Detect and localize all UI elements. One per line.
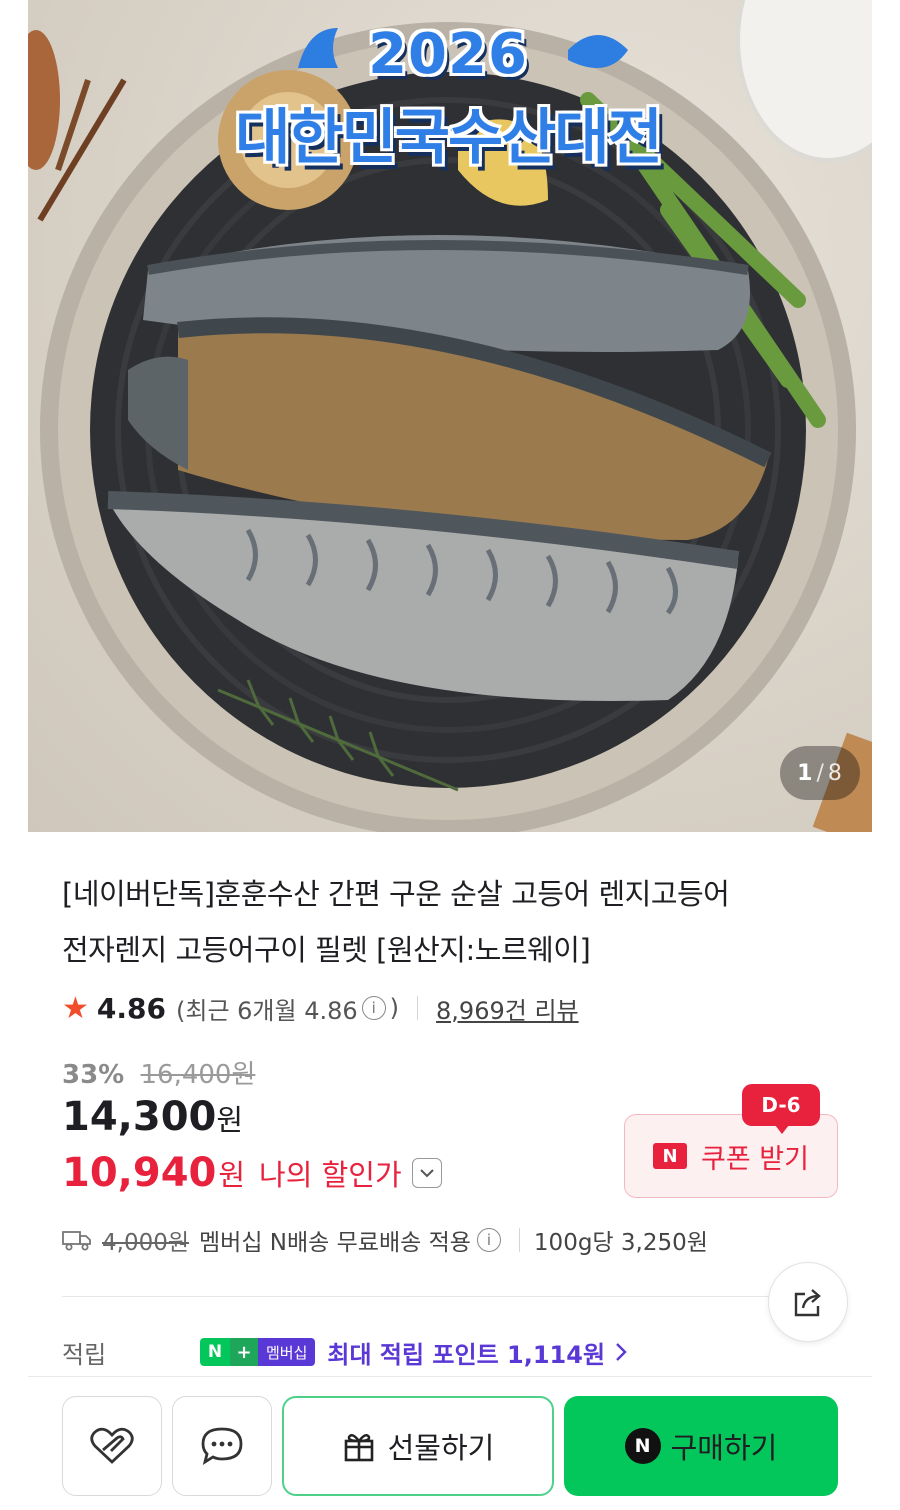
talk-button[interactable] bbox=[172, 1396, 272, 1496]
coupon-label: 쿠폰 받기 bbox=[701, 1143, 809, 1175]
wooden-spoon bbox=[28, 30, 60, 170]
product-title: [네이버단독]훈훈수산 간편 구운 순살 고등어 렌지고등어 전자렌지 고등어구… bbox=[62, 866, 842, 978]
gift-button[interactable]: 선물하기 bbox=[282, 1396, 554, 1496]
shipping-note: 멤버십 N배송 무료배송 적용 bbox=[199, 1230, 471, 1256]
recent-rating: (최근 6개월 4.86 bbox=[176, 996, 358, 1025]
my-discount-price[interactable]: 10,940 원 나의 할인가 bbox=[62, 1150, 442, 1196]
points-row[interactable]: 적립 N + 멤버십 최대 적립 포인트 1,114원 bbox=[62, 1332, 842, 1372]
chevron-down-icon[interactable] bbox=[411, 1158, 442, 1188]
heart-icon bbox=[90, 1427, 134, 1464]
share-button[interactable] bbox=[768, 1262, 848, 1342]
chevron-right-icon bbox=[616, 1343, 627, 1361]
points-label: 적립 bbox=[62, 1340, 107, 1369]
gift-icon bbox=[344, 1434, 373, 1462]
truck-icon bbox=[62, 1231, 91, 1251]
bottom-bar-divider bbox=[28, 1376, 872, 1377]
my-price-value: 10,940 bbox=[62, 1150, 217, 1196]
event-year: 2026 bbox=[368, 22, 528, 87]
shipping-row: 4,000원 멤버십 N배송 무료배송 적용 i 100g당 3,250원 bbox=[62, 1220, 708, 1260]
gift-label: 선물하기 bbox=[387, 1431, 495, 1465]
product-title-line2: 전자렌지 고등어구이 필렛 [원산지:노르웨이] bbox=[62, 933, 591, 967]
naver-n-icon: N bbox=[653, 1143, 688, 1169]
dday-badge: D-6 bbox=[742, 1084, 820, 1134]
coupon-button[interactable]: N 쿠폰 받기 bbox=[624, 1114, 838, 1198]
discount-rate: 33% bbox=[62, 1060, 125, 1090]
image-counter-current: 1 bbox=[797, 760, 814, 786]
event-name: 대한민국수산대전 bbox=[235, 103, 663, 173]
buy-label: 구매하기 bbox=[670, 1431, 778, 1465]
divider bbox=[417, 996, 419, 1020]
product-image[interactable]: 2026 대한민국수산대전 1 / 8 bbox=[28, 0, 872, 832]
star-icon: ★ bbox=[62, 990, 89, 1026]
bowl bbox=[736, 0, 872, 162]
membership-badge: N + 멤버십 bbox=[200, 1338, 316, 1366]
buy-button[interactable]: N 구매하기 bbox=[564, 1396, 838, 1496]
divider bbox=[518, 1228, 520, 1252]
product-title-line1: [네이버단독]훈훈수산 간편 구운 순살 고등어 렌지고등어 bbox=[62, 877, 730, 911]
rating-row: ★ 4.86 (최근 6개월 4.86 i ) 8,969건 리뷰 bbox=[62, 990, 579, 1026]
section-divider bbox=[62, 1296, 838, 1297]
chat-bubble-icon bbox=[201, 1427, 243, 1466]
image-counter-total: 8 bbox=[827, 760, 843, 786]
sale-price: 14,300원 bbox=[62, 1094, 244, 1140]
image-counter: 1 / 8 bbox=[780, 746, 860, 800]
review-count-link[interactable]: 8,969건 리뷰 bbox=[436, 991, 579, 1026]
max-points-text: 최대 적립 포인트 1,114원 bbox=[327, 1340, 606, 1369]
original-shipping-fee: 4,000원 bbox=[102, 1230, 190, 1256]
share-icon bbox=[794, 1289, 821, 1317]
discount-row: 33% 16,400원 bbox=[62, 1054, 255, 1091]
naver-pay-icon: N bbox=[624, 1428, 661, 1464]
event-logo: 2026 대한민국수산대전 bbox=[198, 22, 698, 176]
sale-price-value: 14,300 bbox=[62, 1094, 217, 1140]
my-price-label: 나의 할인가 bbox=[259, 1158, 402, 1192]
info-icon[interactable]: i bbox=[361, 996, 386, 1020]
wishlist-button[interactable] bbox=[62, 1396, 162, 1496]
info-icon[interactable]: i bbox=[476, 1228, 501, 1252]
unit-price: 100g당 3,250원 bbox=[533, 1230, 708, 1256]
original-price: 16,400원 bbox=[140, 1060, 256, 1090]
chopstick bbox=[55, 79, 91, 171]
rating-score: 4.86 bbox=[96, 991, 166, 1025]
